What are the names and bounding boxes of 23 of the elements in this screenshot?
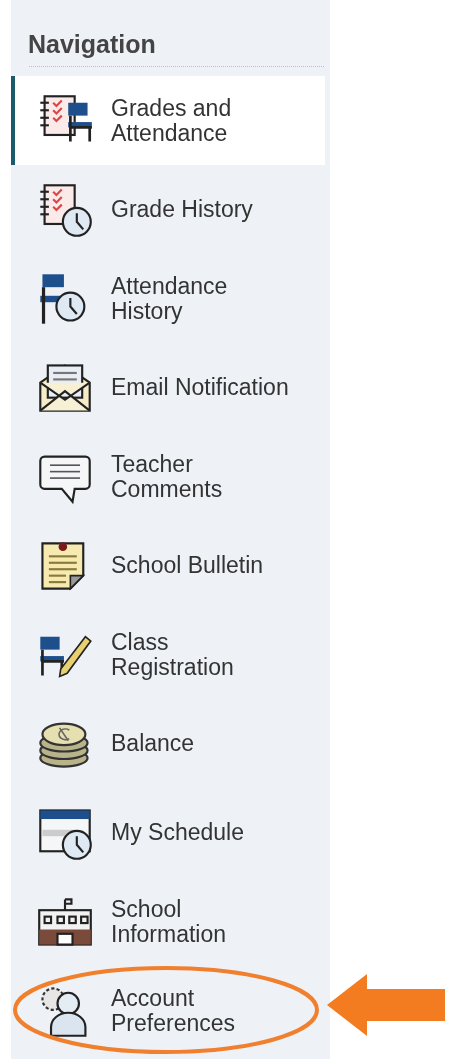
nav-item[interactable]: Email Notification: [11, 343, 325, 432]
nav-item[interactable]: Attendance History: [11, 254, 325, 343]
nav-item[interactable]: Class Registration: [11, 610, 325, 699]
nav-label: Grades and Attendance: [111, 95, 233, 146]
nav-label: Balance: [111, 731, 196, 756]
nav-item[interactable]: School Information: [11, 877, 325, 966]
nav-item[interactable]: Balance: [11, 699, 325, 788]
nav-item[interactable]: Grades and Attendance: [11, 76, 325, 165]
nav-label: Email Notification: [111, 375, 290, 400]
nav-item[interactable]: Teacher Comments: [11, 432, 325, 521]
nav-label: Teacher Comments: [111, 451, 224, 502]
nav-item[interactable]: School Bulletin: [11, 521, 325, 610]
nav-label: Class Registration: [111, 629, 235, 680]
nav-label: Account Preferences: [111, 985, 236, 1036]
nav-item[interactable]: Account Preferences: [11, 966, 325, 1055]
panel-title: Navigation: [28, 29, 156, 60]
nav-item[interactable]: My Schedule: [11, 788, 325, 877]
nav-label: Grade History: [111, 197, 254, 222]
nav-label: School Information: [111, 896, 228, 947]
nav-label: My Schedule: [111, 820, 245, 845]
nav-label: Attendance History: [111, 273, 229, 324]
nav-label: School Bulletin: [111, 553, 265, 578]
nav-item[interactable]: Grade History: [11, 165, 325, 254]
